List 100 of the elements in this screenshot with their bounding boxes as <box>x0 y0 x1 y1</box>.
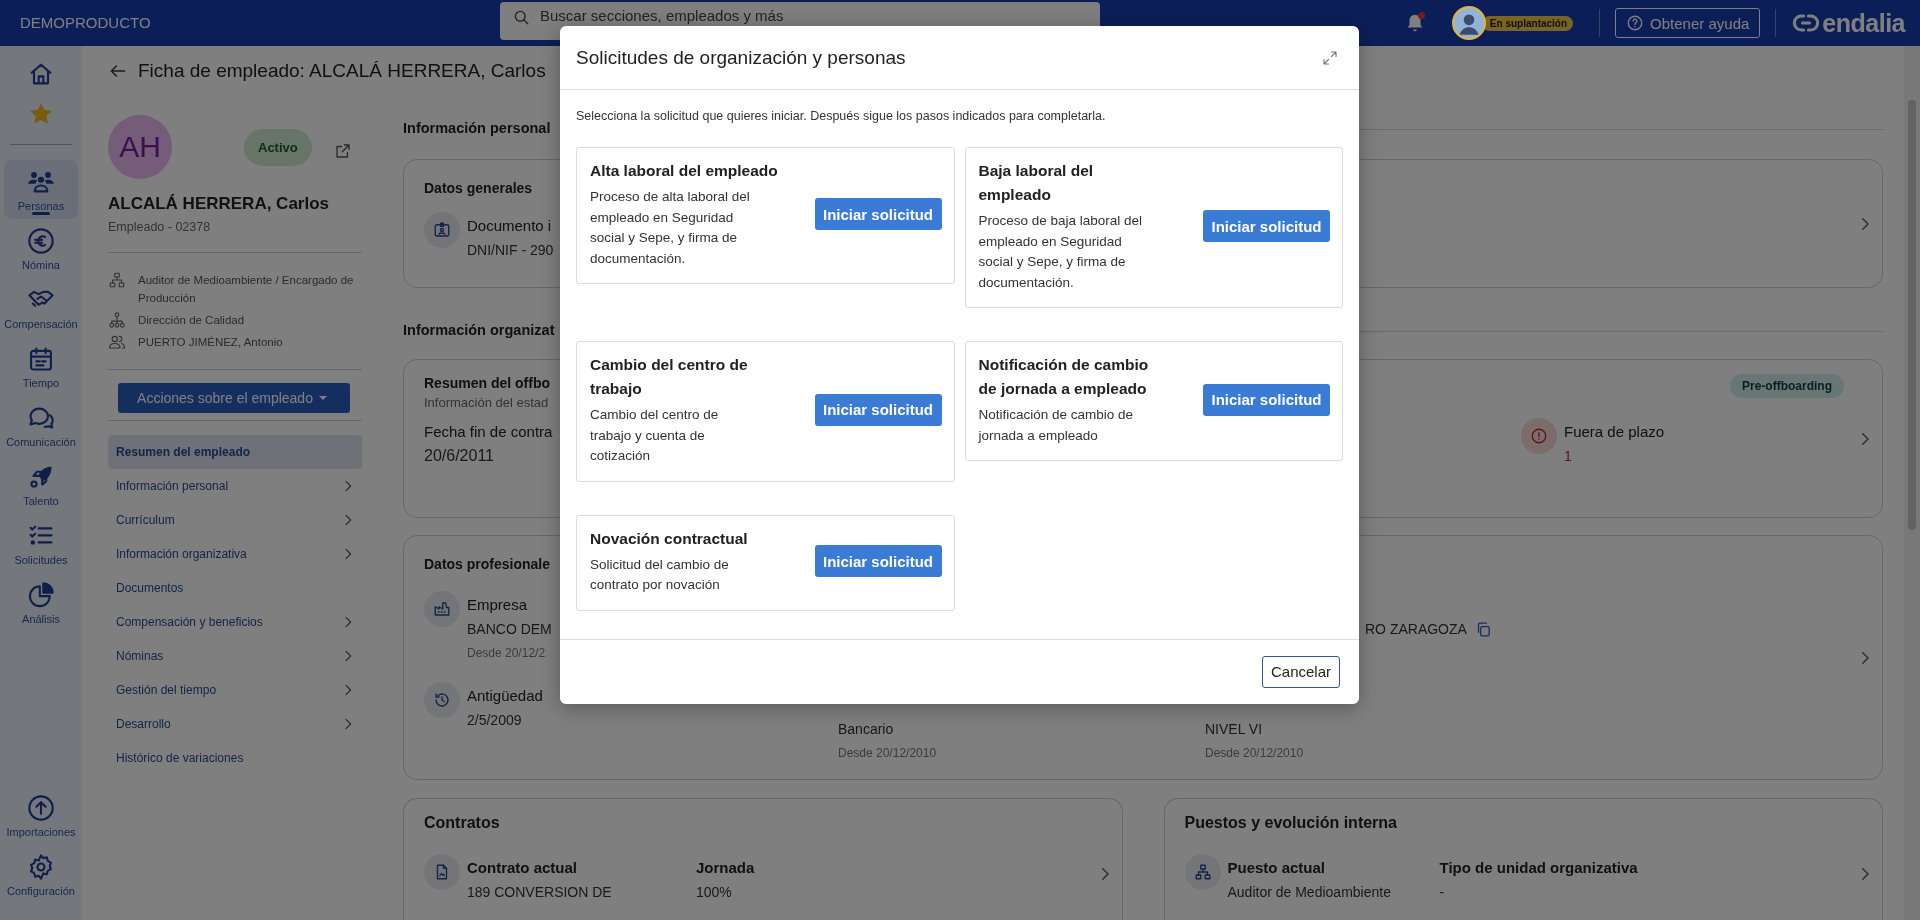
field-value: 1 <box>1564 447 1572 466</box>
nav-item[interactable]: Solicitudes <box>4 514 78 573</box>
help-button[interactable]: Obtener ayuda <box>1615 8 1761 38</box>
start-request-button[interactable]: Iniciar solicitud <box>814 198 942 230</box>
field-label: Antigüedad <box>467 686 543 706</box>
field-label: Fuera de plazo <box>1564 422 1665 442</box>
request-title: Notificación de cambio de jornada a empleado <box>978 355 1150 399</box>
calendar-icon <box>27 345 55 373</box>
euro-icon <box>27 227 55 255</box>
factory-icon <box>433 600 451 618</box>
profile-menu-item[interactable]: Currículum <box>108 503 362 537</box>
profile-menu-item[interactable]: Información personal <box>108 469 362 503</box>
expand-icon[interactable] <box>1321 48 1339 67</box>
history-icon <box>433 691 451 709</box>
field-value: RO ZARAGOZA <box>1365 620 1467 639</box>
request-description: Proceso de alta laboral del empleado en Seguridad social y Sepe, y firma de documentación. <box>590 188 751 268</box>
avatar-initials: AH <box>108 115 172 179</box>
request-description: Solicitud del cambio de contrato por novación <box>590 555 730 594</box>
detail-text: PUERTO JIMÉNEZ, Antonio <box>138 335 283 350</box>
field-date: Desde 20/12/2 <box>467 645 546 662</box>
section-heading: Información organizat <box>403 322 555 338</box>
profile-menu-item[interactable]: Histórico de variaciones <box>108 741 362 775</box>
field-value: DNI/NIF - 290 <box>467 241 554 260</box>
field-value: 20/6/2011 <box>424 446 494 466</box>
page-title: Ficha de empleado: ALCALÁ HERRERA, Carlos <box>138 60 546 82</box>
card-title: Contratos <box>424 813 500 833</box>
field-value: 2/5/2009 <box>467 711 522 730</box>
actions-dropdown-button[interactable]: Acciones sobre el empleado <box>118 383 350 413</box>
settings-icon <box>27 853 55 881</box>
nav-item[interactable]: Nómina <box>4 219 78 278</box>
start-request-button[interactable]: Iniciar solicitud <box>1203 383 1330 416</box>
start-request-button[interactable]: Iniciar solicitud <box>814 393 942 426</box>
profile-menu-item[interactable]: Compensación y beneficios <box>108 605 362 639</box>
alert-icon <box>1530 427 1548 445</box>
profile-menu-item[interactable]: Resumen del empleado <box>108 435 362 469</box>
logo-text: endalia <box>1822 8 1905 38</box>
request-title: Cambio del centro de trabajo <box>590 355 749 399</box>
field-value: BANCO DEM <box>467 620 552 639</box>
field-value: Bancario <box>838 720 894 739</box>
nav-item[interactable]: Importaciones <box>4 786 78 845</box>
field-label: Documento i <box>467 216 552 236</box>
status-badge: Activo <box>244 128 312 166</box>
request-title: Novación contractual <box>590 528 749 549</box>
nav-item[interactable]: Personas <box>4 160 78 219</box>
card-title: Puestos y evolución interna <box>1184 813 1397 833</box>
profile-menu-item[interactable]: Desarrollo <box>108 707 362 741</box>
external-link-icon[interactable] <box>333 142 352 160</box>
field-label: Fecha fin de contra <box>424 422 553 442</box>
field-value: - <box>1439 883 1445 902</box>
nav-item[interactable]: Tiempo <box>4 337 78 396</box>
brand-name: DEMOPRODUCTO <box>20 14 151 31</box>
detail-text: Dirección de Calidad <box>138 313 245 328</box>
profile-menu-item[interactable]: Documentos <box>108 571 362 605</box>
user-avatar[interactable] <box>1451 6 1486 40</box>
employee-id: Empleado - 02378 <box>108 220 212 234</box>
employee-name: ALCALÁ HERRERA, Carlos <box>108 194 331 214</box>
nav-item[interactable]: Compensación <box>4 278 78 337</box>
section-heading: Información personal <box>403 120 551 136</box>
nav-item[interactable]: Talento <box>4 455 78 514</box>
profile-menu-item[interactable]: Gestión del tiempo <box>108 673 362 707</box>
field-label: Tipo de unidad organizativa <box>1439 858 1638 878</box>
field-date: Desde 20/12/2010 <box>838 745 937 762</box>
detail-text: Auditor de Medioambiente / Encargado de Producción <box>138 273 355 306</box>
start-request-button[interactable]: Iniciar solicitud <box>814 545 942 577</box>
field-label: Jornada <box>696 858 755 878</box>
dialog-description: Selecciona la solicitud que quieres iniciar. Después sigue los pasos indicados para completarla. <box>576 108 1107 124</box>
org-chart-icon <box>1193 863 1212 881</box>
request-description: Cambio del centro de trabajo y cuenta de cotización <box>590 406 720 465</box>
field-value: 100% <box>696 883 732 902</box>
field-label: Puesto actual <box>1227 858 1326 878</box>
profile-menu-item[interactable]: Información organizativa <box>108 537 362 571</box>
field-label: Contrato actual <box>467 858 577 878</box>
org-chart-icon <box>108 271 126 289</box>
hierarchy-icon <box>108 311 126 329</box>
field-label: Empresa <box>467 595 528 615</box>
card-subtitle: Información del estad <box>424 394 549 412</box>
nav-item[interactable]: Configuración <box>4 845 78 904</box>
start-request-button[interactable]: Iniciar solicitud <box>1203 210 1330 242</box>
field-value: 189 CONVERSION DE <box>467 883 612 902</box>
pie-chart-icon <box>27 581 55 609</box>
id-card-icon <box>433 221 451 239</box>
field-date: Desde 20/12/2010 <box>1205 745 1304 762</box>
scrollbar[interactable] <box>1904 46 1920 920</box>
search-icon <box>512 8 530 26</box>
request-title: Baja laboral del empleado <box>978 161 1095 205</box>
nav-item[interactable]: Análisis <box>4 573 78 632</box>
card-title: Datos profesionale <box>424 555 551 574</box>
card-title: Datos generales <box>424 179 533 198</box>
request-description: Notificación de cambio de jornada a empleado <box>978 406 1135 445</box>
dialog-title: Solicitudes de organización y personas <box>576 46 906 69</box>
upload-icon <box>27 794 55 822</box>
request-description: Proceso de baja laboral del empleado en Seguridad social y Sepe, y firma de documentación. <box>978 212 1144 292</box>
cancel-button[interactable]: Cancelar <box>1261 655 1340 688</box>
users-icon <box>108 333 126 351</box>
nav-item[interactable]: Comunicación <box>4 396 78 455</box>
status-badge: Pre-offboarding <box>1730 374 1844 398</box>
card-title: Resumen del offbo <box>424 374 550 393</box>
request-title: Alta laboral del empleado <box>590 161 779 181</box>
field-value: Auditor de Medioambiente <box>1227 883 1391 902</box>
profile-menu-item[interactable]: Nóminas <box>108 639 362 673</box>
